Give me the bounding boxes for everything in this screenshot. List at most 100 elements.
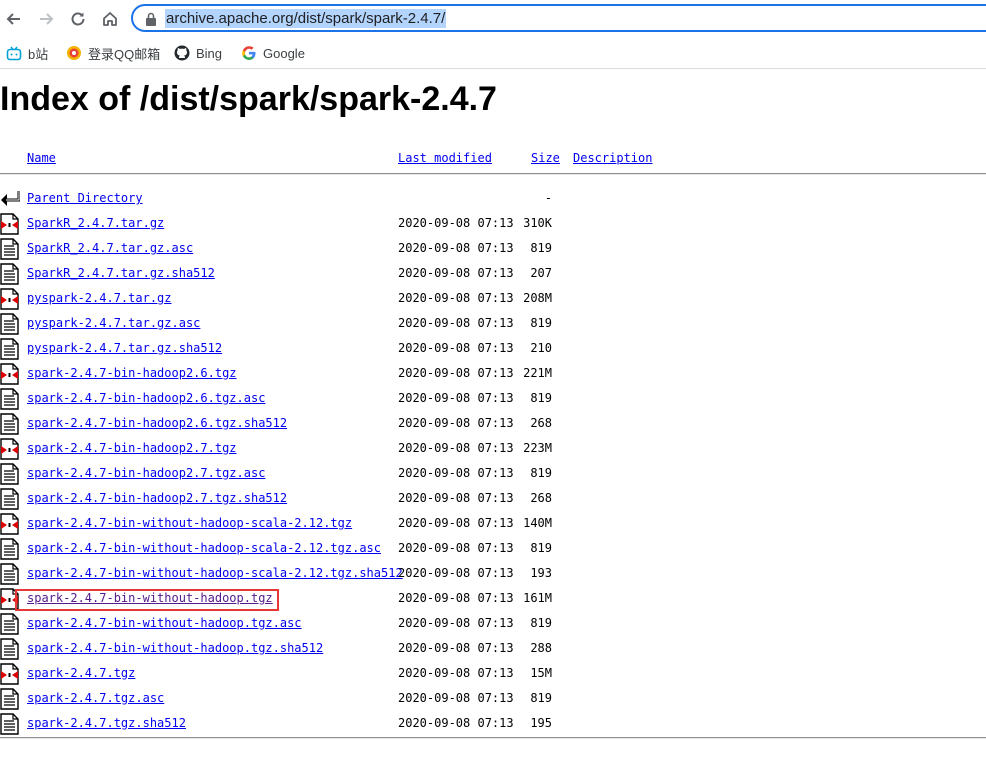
qq-mail-icon — [66, 45, 82, 61]
compressed-file-icon — [0, 213, 20, 235]
column-header-name[interactable]: Name — [27, 151, 56, 165]
file-date: 2020-09-08 07:13 — [398, 216, 514, 230]
bookmark-qq-mail[interactable]: 登录QQ邮箱 — [66, 43, 160, 63]
file-date: 2020-09-08 07:13 — [398, 616, 514, 630]
bookmark-google[interactable]: Google — [241, 43, 305, 63]
lock-icon — [146, 12, 156, 26]
file-row: spark-2.4.7.tgz 2020-09-08 07:13 15M — [0, 662, 986, 687]
bookmark-label: 登录QQ邮箱 — [88, 46, 161, 62]
file-link[interactable]: spark-2.4.7-bin-hadoop2.7.tgz.sha512 — [27, 491, 287, 505]
file-link[interactable]: spark-2.4.7.tgz.asc — [27, 691, 164, 705]
file-date: 2020-09-08 07:13 — [398, 316, 514, 330]
file-date: 2020-09-08 07:13 — [398, 516, 514, 530]
file-link[interactable]: spark-2.4.7-bin-hadoop2.7.tgz — [27, 441, 237, 455]
file-link[interactable]: spark-2.4.7-bin-without-hadoop-scala-2.1… — [27, 516, 352, 530]
reload-button[interactable] — [66, 7, 90, 31]
file-row: spark-2.4.7-bin-without-hadoop.tgz.asc 20… — [0, 612, 986, 637]
file-link[interactable]: SparkR_2.4.7.tar.gz.sha512 — [27, 266, 215, 280]
file-size: 161M — [523, 591, 552, 605]
text-file-icon — [0, 488, 20, 510]
file-link[interactable]: pyspark-2.4.7.tar.gz.sha512 — [27, 341, 222, 355]
bookmark-label: b站 — [28, 46, 49, 62]
back-arrow-icon — [0, 188, 21, 210]
file-size: 207 — [530, 266, 552, 280]
column-header-size[interactable]: Size — [531, 151, 560, 165]
file-link[interactable]: spark-2.4.7-bin-without-hadoop-scala-2.1… — [27, 541, 381, 555]
file-size: 15M — [530, 666, 552, 680]
text-file-icon — [0, 263, 20, 285]
file-row: spark-2.4.7-bin-without-hadoop-scala-2.1… — [0, 562, 986, 587]
text-file-icon — [0, 463, 20, 485]
column-header-last-modified[interactable]: Last modified — [398, 151, 492, 165]
file-link[interactable]: pyspark-2.4.7.tar.gz — [27, 291, 172, 305]
text-file-icon — [0, 713, 20, 735]
file-link[interactable]: pyspark-2.4.7.tar.gz.asc — [27, 316, 200, 330]
file-link[interactable]: spark-2.4.7-bin-without-hadoop.tgz.asc — [27, 616, 302, 630]
text-file-icon — [0, 538, 20, 560]
compressed-file-icon — [0, 513, 20, 535]
bookmarks-bar: b站 登录QQ邮箱 Bing Google — [0, 38, 986, 69]
page-title: Index of /dist/spark/spark-2.4.7 — [0, 80, 497, 118]
file-date: 2020-09-08 07:13 — [398, 291, 514, 305]
file-link[interactable]: SparkR_2.4.7.tar.gz.asc — [27, 241, 193, 255]
bookmark-bilibili[interactable]: b站 — [6, 43, 48, 63]
file-row: spark-2.4.7-bin-hadoop2.7.tgz.asc 2020-09… — [0, 462, 986, 487]
compressed-file-icon — [0, 438, 20, 460]
back-button[interactable] — [2, 7, 26, 31]
highlight-box — [15, 589, 279, 611]
file-size: 819 — [530, 691, 552, 705]
column-header-description[interactable]: Description — [573, 151, 652, 165]
file-size: 819 — [530, 466, 552, 480]
url-text: archive.apache.org/dist/spark/spark-2.4.… — [165, 9, 447, 28]
file-date: 2020-09-08 07:13 — [398, 566, 514, 580]
file-size: 819 — [530, 391, 552, 405]
file-size: 210 — [530, 341, 552, 355]
file-date: 2020-09-08 07:13 — [398, 241, 514, 255]
file-date: 2020-09-08 07:13 — [398, 641, 514, 655]
forward-button[interactable] — [34, 7, 58, 31]
file-link[interactable]: SparkR_2.4.7.tar.gz — [27, 216, 164, 230]
file-date: 2020-09-08 07:13 — [398, 341, 514, 355]
file-size: 819 — [530, 241, 552, 255]
file-date: 2020-09-08 07:13 — [398, 466, 514, 480]
file-row: spark-2.4.7-bin-without-hadoop.tgz.sha51… — [0, 637, 986, 662]
file-size: 195 — [530, 716, 552, 730]
text-file-icon — [0, 638, 20, 660]
file-row: spark-2.4.7.tgz.asc 2020-09-08 07:13 819 — [0, 687, 986, 712]
home-button[interactable] — [98, 7, 122, 31]
file-size: 819 — [530, 616, 552, 630]
file-link[interactable]: spark-2.4.7.tgz — [27, 666, 135, 680]
file-row: SparkR_2.4.7.tar.gz.asc 2020-09-08 07:13 8… — [0, 237, 986, 262]
parent-directory-link[interactable]: Parent Directory — [27, 191, 143, 205]
file-date: 2020-09-08 07:13 — [398, 266, 514, 280]
github-icon — [174, 45, 190, 61]
file-row: spark-2.4.7-bin-hadoop2.6.tgz 2020-09-08 … — [0, 362, 986, 387]
file-size: 268 — [530, 491, 552, 505]
file-row: SparkR_2.4.7.tar.gz 2020-09-08 07:13 310K — [0, 212, 986, 237]
text-file-icon — [0, 238, 20, 260]
file-link[interactable]: spark-2.4.7-bin-hadoop2.6.tgz.sha512 — [27, 416, 287, 430]
header-divider — [0, 173, 986, 175]
file-size: 208M — [523, 291, 552, 305]
file-link[interactable]: spark-2.4.7-bin-without-hadoop.tgz.sha51… — [27, 641, 323, 655]
file-size: 223M — [523, 441, 552, 455]
file-link[interactable]: spark-2.4.7-bin-hadoop2.7.tgz.asc — [27, 466, 265, 480]
file-link[interactable]: spark-2.4.7-bin-hadoop2.6.tgz.asc — [27, 391, 265, 405]
file-row: spark-2.4.7-bin-hadoop2.6.tgz.asc 2020-09… — [0, 387, 986, 412]
file-row: pyspark-2.4.7.tar.gz.sha512 2020-09-08 07… — [0, 337, 986, 362]
file-row: spark-2.4.7.tgz.sha512 2020-09-08 07:13 19… — [0, 712, 986, 737]
file-link[interactable]: spark-2.4.7-bin-without-hadoop-scala-2.1… — [27, 566, 403, 580]
file-size: 268 — [530, 416, 552, 430]
file-link[interactable]: spark-2.4.7-bin-hadoop2.6.tgz — [27, 366, 237, 380]
file-size: 221M — [523, 366, 552, 380]
file-link[interactable]: spark-2.4.7.tgz.sha512 — [27, 716, 186, 730]
address-bar[interactable]: archive.apache.org/dist/spark/spark-2.4.… — [131, 4, 986, 32]
browser-toolbar: archive.apache.org/dist/spark/spark-2.4.… — [0, 0, 986, 38]
file-row: spark-2.4.7-bin-hadoop2.7.tgz 2020-09-08 … — [0, 437, 986, 462]
compressed-file-icon — [0, 363, 20, 385]
bookmark-bing[interactable]: Bing — [174, 43, 222, 63]
file-row: SparkR_2.4.7.tar.gz.sha512 2020-09-08 07:… — [0, 262, 986, 287]
file-row: spark-2.4.7-bin-without-hadoop-scala-2.1… — [0, 512, 986, 537]
file-size: 288 — [530, 641, 552, 655]
file-size: 819 — [530, 541, 552, 555]
